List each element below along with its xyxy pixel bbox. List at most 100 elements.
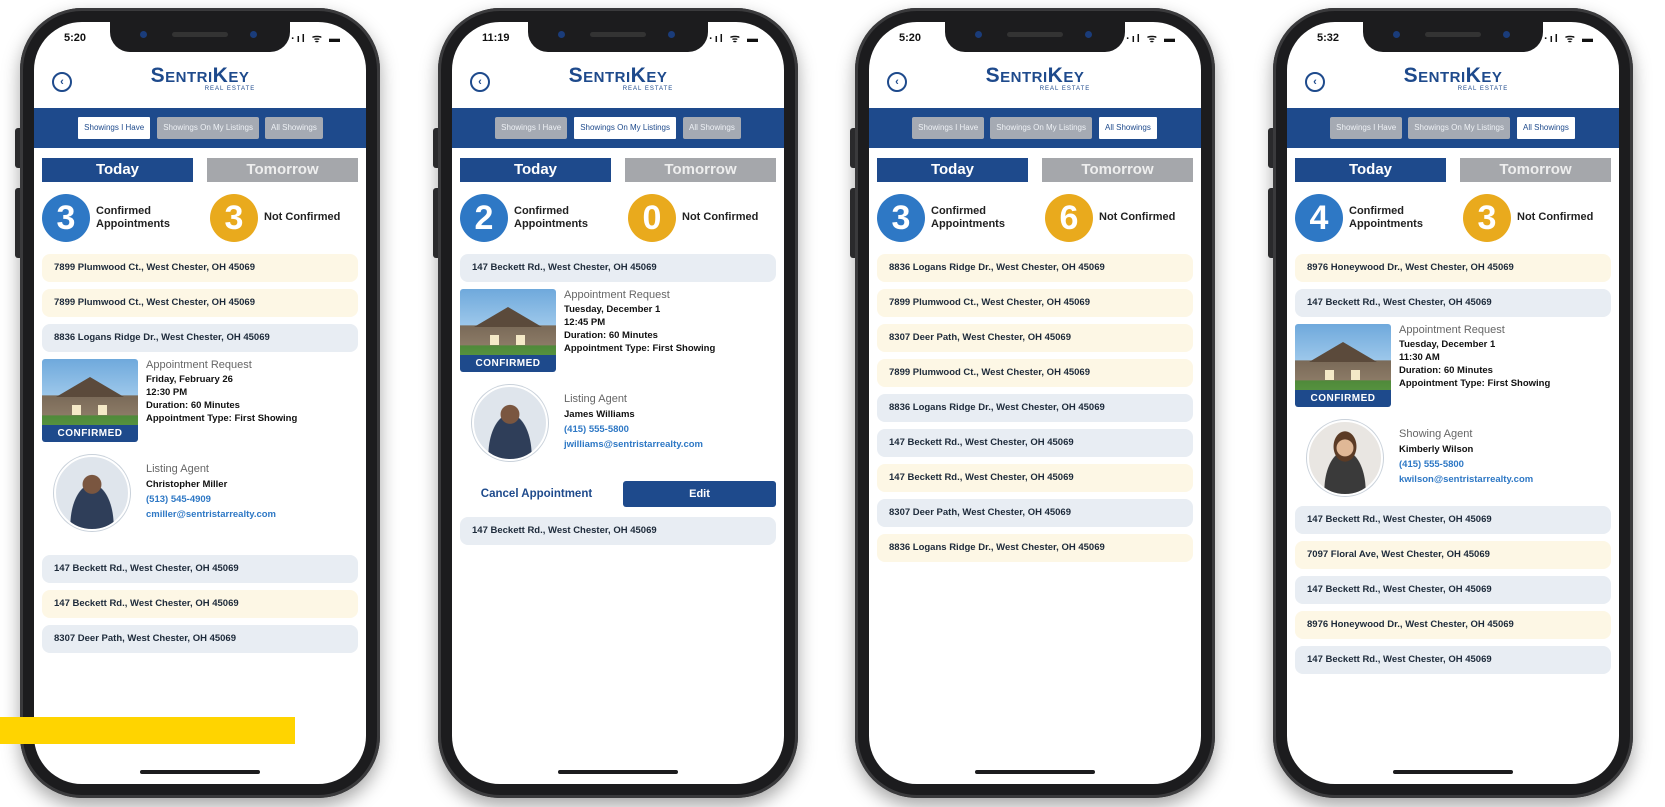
tomorrow-button[interactable]: Tomorrow [207, 158, 358, 182]
today-button[interactable]: Today [1295, 158, 1446, 182]
phone-frame-3: 5:20 ·ıl ᯤ ▬ ‹ SentriKey REAL ESTATE Sho… [850, 8, 1215, 798]
tab-all-showings[interactable]: All Showings [265, 117, 323, 139]
agent-email-link[interactable]: cmiller@sentristarrealty.com [146, 507, 358, 522]
list-item[interactable]: 8976 Honeywood Dr., West Chester, OH 450… [1295, 611, 1611, 639]
agent-info: Listing Agent James Williams (415) 555-5… [564, 393, 776, 452]
agent-phone-link[interactable]: (415) 555-5800 [564, 422, 776, 437]
tab-showings-on-my-listings[interactable]: Showings On My Listings [573, 116, 678, 140]
confirmed-badge: CONFIRMED [42, 425, 138, 442]
tab-all-showings[interactable]: All Showings [1516, 116, 1576, 140]
agent-phone-link[interactable]: (415) 555-5800 [1399, 457, 1611, 472]
phone-screen: 5:20 ·ıl ᯤ ▬ ‹ SentriKey REAL ESTATE Sho… [869, 22, 1201, 784]
list-item[interactable]: 8976 Honeywood Dr., West Chester, OH 450… [1295, 254, 1611, 282]
appointment-list: 8836 Logans Ridge Dr., West Chester, OH … [877, 254, 1193, 569]
confirmed-label: Confirmed Appointments [931, 205, 1005, 230]
list-item[interactable]: 8307 Deer Path, West Chester, OH 45069 [877, 499, 1193, 527]
agent-email-link[interactable]: kwilson@sentristarrealty.com [1399, 472, 1611, 487]
agent-phone-link[interactable]: (513) 545-4909 [146, 492, 358, 507]
list-item[interactable]: 7097 Floral Ave, West Chester, OH 45069 [1295, 541, 1611, 569]
confirmed-count: 2 [460, 194, 508, 242]
phone-frame-1: 5:20 ·ıl ᯤ ▬ ‹ SentriKey REAL ESTATE Sho… [15, 8, 380, 798]
appointment-info: Appointment Request Tuesday, December 1 … [564, 289, 716, 354]
app-header: ‹ SentriKey REAL ESTATE [452, 58, 784, 104]
agent-info: Showing Agent Kimberly Wilson (415) 555-… [1399, 428, 1611, 487]
not-confirmed-label: Not Confirmed [264, 211, 341, 223]
home-indicator [975, 770, 1095, 774]
confirmed-badge: CONFIRMED [1295, 390, 1391, 407]
tab-showings-i-have[interactable]: Showings I Have [495, 117, 568, 139]
not-confirmed-label: Not Confirmed [682, 211, 759, 223]
list-item[interactable]: 7899 Plumwood Ct., West Chester, OH 4506… [877, 359, 1193, 387]
tab-showings-on-my-listings[interactable]: Showings On My Listings [157, 117, 260, 139]
day-toggle: Today Tomorrow [1295, 158, 1611, 182]
tab-showings-on-my-listings[interactable]: Showings On My Listings [1408, 117, 1511, 139]
tab-all-showings[interactable]: All Showings [683, 117, 741, 139]
confirmed-label: Confirmed Appointments [514, 205, 588, 230]
phone-screen: 5:32 ·ıl ᯤ ▬ ‹ SentriKey REAL ESTATE Sho… [1287, 22, 1619, 784]
list-item[interactable]: 7899 Plumwood Ct., West Chester, OH 4506… [42, 254, 358, 282]
tab-showings-i-have[interactable]: Showings I Have [1330, 117, 1403, 139]
sentrikey-logo: SentriKey REAL ESTATE [985, 64, 1091, 92]
sentrikey-logo: SentriKey REAL ESTATE [568, 64, 674, 92]
list-item[interactable]: 147 Beckett Rd., West Chester, OH 45069 [42, 590, 358, 618]
notch [945, 22, 1125, 52]
tab-showings-i-have[interactable]: Showings I Have [912, 117, 985, 139]
list-item[interactable]: 147 Beckett Rd., West Chester, OH 45069 [877, 429, 1193, 457]
list-item[interactable]: 147 Beckett Rd., West Chester, OH 45069 [1295, 289, 1611, 317]
yellow-highlight-bar [0, 717, 295, 744]
tab-showings-i-have[interactable]: Showings I Have [77, 116, 152, 140]
sentrikey-logo: SentriKey REAL ESTATE [150, 64, 256, 92]
list-item[interactable]: 7899 Plumwood Ct., West Chester, OH 4506… [42, 289, 358, 317]
not-confirmed-count: 3 [210, 194, 258, 242]
home-indicator [140, 770, 260, 774]
list-item[interactable]: 8836 Logans Ridge Dr., West Chester, OH … [877, 534, 1193, 562]
phone-screen: 5:20 ·ıl ᯤ ▬ ‹ SentriKey REAL ESTATE Sho… [34, 22, 366, 784]
list-item[interactable]: 8836 Logans Ridge Dr., West Chester, OH … [877, 254, 1193, 282]
appointment-list: 7899 Plumwood Ct., West Chester, OH 4506… [42, 254, 358, 660]
confirmed-count: 3 [42, 194, 90, 242]
agent-info: Listing Agent Christopher Miller (513) 5… [146, 463, 358, 522]
list-item[interactable]: 147 Beckett Rd., West Chester, OH 45069 [460, 254, 776, 282]
edit-button[interactable]: Edit [623, 481, 776, 507]
agent-avatar [54, 455, 130, 531]
appointment-list: 147 Beckett Rd., West Chester, OH 45069 … [460, 254, 776, 552]
today-button[interactable]: Today [460, 158, 611, 182]
appointment-info: Appointment Request Tuesday, December 1 … [1399, 324, 1551, 389]
list-item[interactable]: 8836 Logans Ridge Dr., West Chester, OH … [42, 324, 358, 352]
list-item[interactable]: 147 Beckett Rd., West Chester, OH 45069 [42, 555, 358, 583]
list-item[interactable]: 147 Beckett Rd., West Chester, OH 45069 [1295, 576, 1611, 604]
today-button[interactable]: Today [42, 158, 193, 182]
tomorrow-button[interactable]: Tomorrow [1042, 158, 1193, 182]
list-item[interactable]: 8307 Deer Path, West Chester, OH 45069 [877, 324, 1193, 352]
appointment-detail: CONFIRMED Appointment Request Tuesday, D… [460, 289, 776, 475]
list-item[interactable]: 147 Beckett Rd., West Chester, OH 45069 [877, 464, 1193, 492]
tab-showings-on-my-listings[interactable]: Showings On My Listings [990, 117, 1093, 139]
sentrikey-logo: SentriKey REAL ESTATE [1403, 64, 1509, 92]
list-item[interactable]: 7899 Plumwood Ct., West Chester, OH 4506… [877, 289, 1193, 317]
notch [110, 22, 290, 52]
status-time: 5:20 [64, 32, 87, 44]
day-toggle: Today Tomorrow [877, 158, 1193, 182]
day-toggle: Today Tomorrow [460, 158, 776, 182]
status-time: 11:19 [482, 32, 510, 44]
agent-email-link[interactable]: jwilliams@sentristarrealty.com [564, 437, 776, 452]
tomorrow-button[interactable]: Tomorrow [625, 158, 776, 182]
tomorrow-button[interactable]: Tomorrow [1460, 158, 1611, 182]
confirmed-label: Confirmed Appointments [96, 205, 170, 230]
list-item[interactable]: 147 Beckett Rd., West Chester, OH 45069 [1295, 646, 1611, 674]
cancel-appointment-button[interactable]: Cancel Appointment [460, 481, 613, 507]
showings-tabs: Showings I Have Showings On My Listings … [1287, 108, 1619, 148]
appointment-detail: CONFIRMED Appointment Request Tuesday, D… [1295, 324, 1611, 500]
appointment-info: Appointment Request Friday, February 26 … [146, 359, 298, 424]
list-item[interactable]: 8836 Logans Ridge Dr., West Chester, OH … [877, 394, 1193, 422]
list-item[interactable]: 147 Beckett Rd., West Chester, OH 45069 [1295, 506, 1611, 534]
appointment-detail: CONFIRMED Appointment Request Friday, Fe… [42, 359, 358, 549]
confirmed-count: 4 [1295, 194, 1343, 242]
list-item[interactable]: 8307 Deer Path, West Chester, OH 45069 [42, 625, 358, 653]
tab-all-showings[interactable]: All Showings [1098, 116, 1158, 140]
phone-screen: 11:19 ·ıl ᯤ ▬ ‹ SentriKey REAL ESTATE Sh… [452, 22, 784, 784]
signal-wifi-battery-icon: ·ıl ᯤ ▬ [709, 33, 760, 45]
list-item[interactable]: 147 Beckett Rd., West Chester, OH 45069 [460, 517, 776, 545]
today-button[interactable]: Today [877, 158, 1028, 182]
status-time: 5:20 [899, 32, 922, 44]
